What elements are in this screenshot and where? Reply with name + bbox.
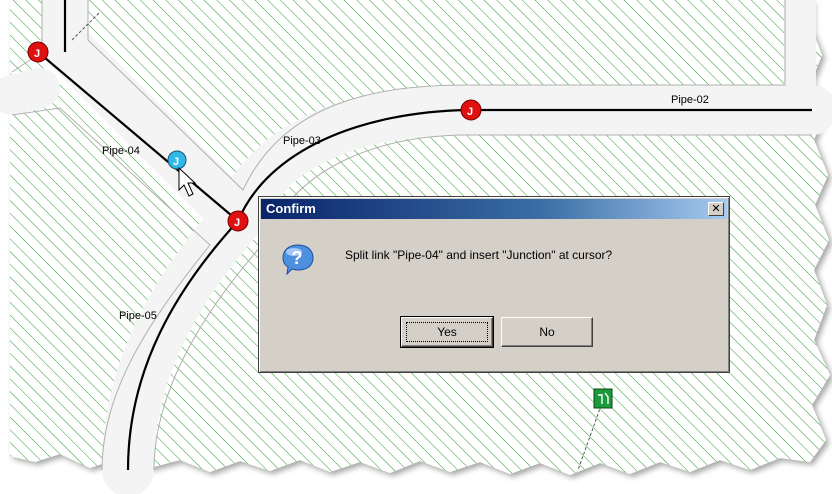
dialog-message: Split link "Pipe-04" and insert "Junctio… bbox=[345, 248, 613, 262]
junction-letter: J bbox=[173, 156, 179, 168]
new-junction-node[interactable]: J bbox=[167, 150, 187, 170]
close-icon: ✕ bbox=[711, 202, 721, 215]
no-button-label: No bbox=[539, 325, 555, 339]
junction-node[interactable]: J bbox=[27, 41, 49, 63]
junction-letter: J bbox=[34, 48, 40, 60]
pipe-04-label: Pipe-04 bbox=[102, 145, 140, 157]
pipe-02-label: Pipe-02 bbox=[671, 94, 709, 106]
junction-node[interactable]: J bbox=[227, 210, 249, 232]
focus-rect bbox=[406, 322, 488, 342]
junction-node[interactable]: J bbox=[460, 99, 482, 121]
close-button[interactable]: ✕ bbox=[708, 202, 724, 216]
pipe-05-label: Pipe-05 bbox=[119, 310, 157, 322]
confirm-dialog: Confirm ✕ ? Split link "Pipe-04" and ins… bbox=[258, 196, 730, 373]
question-icon: ? bbox=[282, 244, 314, 276]
junction-letter: J bbox=[467, 106, 473, 118]
dialog-title: Confirm bbox=[266, 201, 316, 216]
pipe-03-label: Pipe-03 bbox=[283, 135, 321, 147]
tank-icon[interactable] bbox=[593, 388, 613, 409]
dialog-titlebar[interactable]: Confirm ✕ bbox=[261, 199, 727, 219]
no-button[interactable]: No bbox=[501, 317, 593, 347]
junction-letter: J bbox=[234, 217, 240, 229]
svg-text:?: ? bbox=[292, 248, 303, 268]
yes-button[interactable]: Yes bbox=[400, 316, 494, 348]
